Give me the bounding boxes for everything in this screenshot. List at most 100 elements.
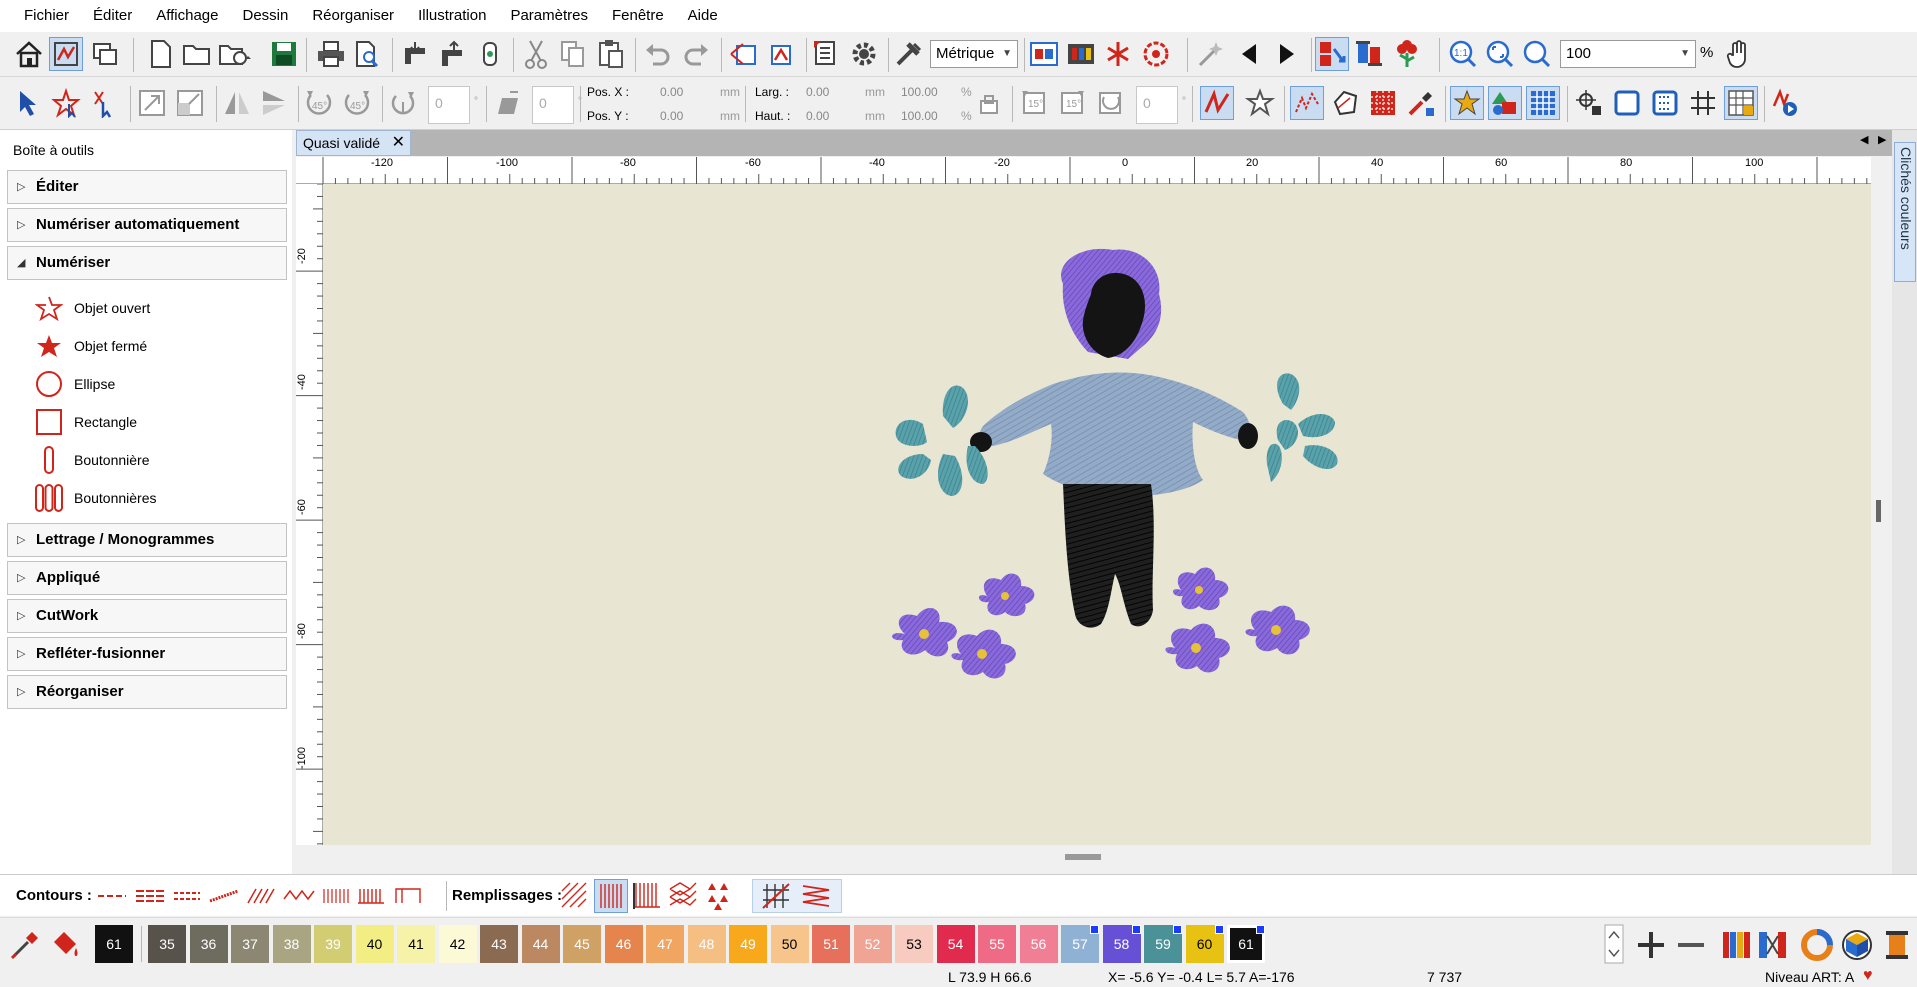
save-icon[interactable]: [267, 37, 301, 71]
rotate-angle-icon[interactable]: [1093, 86, 1127, 120]
horizontal-scrollbar-thumb[interactable]: [1065, 854, 1101, 860]
select-arrow-icon[interactable]: [12, 86, 46, 120]
color-swatch[interactable]: 51: [812, 925, 850, 963]
reshape-star-icon[interactable]: [49, 86, 83, 120]
remove-color-icon[interactable]: [1674, 928, 1708, 962]
contour-estate-icon[interactable]: [395, 888, 421, 903]
zoom-1to1-icon[interactable]: 1:1: [1446, 37, 1480, 71]
color-swatch[interactable]: 53: [895, 925, 933, 963]
contour-blanket-icon[interactable]: [323, 889, 349, 903]
print-icon[interactable]: [314, 37, 348, 71]
redo-icon[interactable]: [679, 37, 713, 71]
mirror-vertical-icon[interactable]: [220, 86, 254, 120]
fill-net-icon[interactable]: [666, 879, 700, 913]
fill-tatami-icon[interactable]: [558, 879, 592, 913]
contour-triple-icon[interactable]: [136, 890, 164, 902]
magic-wand-icon[interactable]: [1194, 37, 1228, 71]
color-swatch[interactable]: 61: [1227, 925, 1265, 963]
color-swatch[interactable]: 36: [189, 925, 228, 963]
stitch-player-icon[interactable]: [1768, 86, 1802, 120]
rotate-free-icon[interactable]: [386, 86, 420, 120]
posx-field[interactable]: 0.00: [660, 85, 683, 99]
dock-tab-color-film[interactable]: Clichés couleurs: [1894, 142, 1916, 282]
pan-hand-icon[interactable]: [1722, 37, 1756, 71]
color-swatch[interactable]: 44: [521, 925, 560, 963]
rotate-right-15-icon[interactable]: 15°: [1055, 86, 1089, 120]
tab-scroll-left-icon[interactable]: ◀: [1860, 133, 1868, 146]
color-swatch[interactable]: 59: [1144, 925, 1182, 963]
color-swatch[interactable]: 58: [1102, 925, 1141, 963]
menu-reorganiser[interactable]: Réorganiser: [300, 0, 406, 32]
slant-icon[interactable]: [490, 86, 524, 120]
settings-gear-icon[interactable]: [847, 37, 881, 71]
stitch-select-icon[interactable]: [87, 86, 121, 120]
optimize-icon[interactable]: [727, 37, 761, 71]
copy-icon[interactable]: [556, 37, 590, 71]
hoop-grid-icon[interactable]: [1648, 86, 1682, 120]
tab-document[interactable]: Quasi validé ✕: [296, 130, 411, 156]
film-strip-icon[interactable]: [1064, 37, 1098, 71]
color-swatch[interactable]: 54: [936, 925, 975, 963]
section-lettrage[interactable]: ▷ Lettrage / Monogrammes: [7, 523, 287, 557]
new-file-icon[interactable]: [144, 37, 178, 71]
spool-icon[interactable]: [1880, 928, 1914, 962]
star-shape-icon[interactable]: [1450, 86, 1484, 120]
pattern-circle-icon[interactable]: [1139, 37, 1173, 71]
close-icon[interactable]: ✕: [392, 131, 405, 155]
menu-aide[interactable]: Aide: [676, 0, 730, 32]
flower-stitch-icon[interactable]: [1390, 37, 1424, 71]
section-numeriser[interactable]: ◢ Numériser: [7, 246, 287, 280]
menu-dessin[interactable]: Dessin: [230, 0, 300, 32]
open-folder-icon[interactable]: [180, 37, 214, 71]
design-view-icon[interactable]: [49, 37, 83, 71]
color-swatch[interactable]: 40: [355, 925, 394, 963]
color-swatch[interactable]: 50: [770, 925, 809, 963]
width-field[interactable]: 0.00: [806, 85, 829, 99]
menu-illustration[interactable]: Illustration: [406, 0, 498, 32]
resize-proportional-icon[interactable]: [173, 86, 207, 120]
current-color-swatch[interactable]: 61: [95, 925, 133, 963]
color-swatch[interactable]: 39: [314, 925, 352, 963]
color-swatch[interactable]: 41: [397, 925, 435, 963]
color-swatch[interactable]: 38: [272, 925, 311, 963]
previous-arrow-icon[interactable]: [1232, 37, 1266, 71]
section-cutwork[interactable]: ▷ CutWork: [7, 599, 287, 633]
cut-icon[interactable]: [519, 37, 553, 71]
color-swatch[interactable]: 55: [978, 925, 1016, 963]
section-applique[interactable]: ▷ Appliqué: [7, 561, 287, 595]
windows-icon[interactable]: [88, 37, 122, 71]
contour-satin-icon[interactable]: [247, 888, 275, 904]
add-color-icon[interactable]: [1634, 928, 1668, 962]
grid-fill-icon[interactable]: [1526, 86, 1560, 120]
rotate-left-45-icon[interactable]: 45°: [302, 86, 336, 120]
rotate-angle-field[interactable]: 0: [428, 86, 470, 124]
color-swatch[interactable]: 52: [853, 925, 892, 963]
color-picker-icon[interactable]: [1404, 86, 1438, 120]
motif-flower-icon[interactable]: [1243, 86, 1277, 120]
color-sort-icon[interactable]: [1315, 37, 1349, 71]
color-swatch[interactable]: 49: [729, 925, 767, 963]
thread-spools-icon[interactable]: [1352, 37, 1386, 71]
menu-fenetre[interactable]: Fenêtre: [600, 0, 676, 32]
shape-outline-icon[interactable]: [1328, 86, 1362, 120]
slant-angle-field[interactable]: 0: [532, 86, 574, 124]
rotate-angle-field-2[interactable]: 0: [1136, 86, 1178, 124]
reference-point-icon[interactable]: [1572, 86, 1606, 120]
send-machine-icon[interactable]: [399, 37, 433, 71]
color-wheel-icon[interactable]: [1800, 928, 1834, 962]
color-swatch[interactable]: 45: [563, 925, 601, 963]
home-icon[interactable]: [12, 37, 46, 71]
thread-replace-icon[interactable]: [1756, 928, 1790, 962]
menu-parametres[interactable]: Paramètres: [498, 0, 600, 32]
fill-columns-icon[interactable]: [630, 879, 664, 913]
color-swatch[interactable]: 57: [1061, 925, 1099, 963]
rotate-left-15-icon[interactable]: 15°: [1017, 86, 1051, 120]
color-cube-icon[interactable]: [1840, 928, 1874, 962]
zoom-select[interactable]: 100 ▼: [1560, 40, 1696, 68]
menu-affichage[interactable]: Affichage: [144, 0, 230, 32]
palette-scroll[interactable]: [1604, 924, 1624, 964]
color-swatch[interactable]: 56: [1019, 925, 1058, 963]
color-swatch[interactable]: 60: [1185, 925, 1224, 963]
vertical-scrollbar-thumb[interactable]: [1876, 500, 1881, 522]
scale-height-field[interactable]: 100.00: [901, 109, 938, 123]
